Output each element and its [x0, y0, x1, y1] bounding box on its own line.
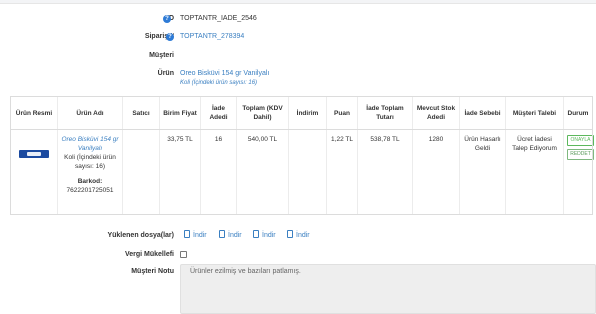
file-icon: [219, 230, 225, 238]
tax-label: Vergi Mükellefi: [124, 251, 174, 258]
order-row: Sipariş # TOPTANTR_278394: [0, 31, 596, 43]
uploads-row: Yüklenen dosya(lar) İndir İndir İndir İn…: [0, 230, 596, 242]
product-name-cell: Oreo Bisküvi 154 gr Vanilyalı Koli (İçin…: [57, 129, 123, 215]
customer-note-text: Ürünler ezilmiş ve bazıları patlamış.: [190, 268, 301, 275]
download-link[interactable]: İndir: [219, 230, 242, 242]
col-header: Ürün Resmi: [10, 96, 58, 130]
col-header: İade Adedi: [200, 96, 237, 130]
product-name-link[interactable]: Oreo Bisküvi 154 gr Vanilyalı: [61, 136, 118, 152]
product-package: Koli (İçindeki ürün sayısı: 16): [180, 80, 258, 86]
download-link[interactable]: İndir: [253, 230, 276, 242]
discount-cell: [288, 129, 327, 215]
table-header-row: Ürün Resmi Ürün Adı Satıcı Birim Fiyat İ…: [10, 96, 593, 130]
stock-cell: 1280: [412, 129, 460, 215]
product-thumbnail[interactable]: [19, 150, 49, 158]
id-value: TOPTANTR_IADE_2546: [180, 15, 257, 22]
download-link[interactable]: İndir: [287, 230, 310, 242]
col-header: Satıcı: [122, 96, 160, 130]
col-header: Durum: [563, 96, 593, 130]
product-image-cell: [10, 129, 58, 215]
return-items-table: Ürün Resmi Ürün Adı Satıcı Birim Fiyat İ…: [10, 96, 594, 215]
col-header: Toplam (KDV Dahil): [236, 96, 289, 130]
return-total-cell: 538,78 TL: [357, 129, 413, 215]
table-row: Oreo Bisküvi 154 gr Vanilyalı Koli (İçin…: [10, 129, 594, 215]
points-cell: 1,22 TL: [326, 129, 358, 215]
col-header: Ürün Adı: [57, 96, 123, 130]
customer-request-cell: Ücret İadesi Talep Ediyorum: [505, 129, 564, 215]
product-row: Ürün Oreo Bisküvi 154 gr Vanilyalı: [0, 68, 596, 80]
customer-label: Müşteri: [149, 52, 174, 59]
product-link[interactable]: Oreo Bisküvi 154 gr Vanilyalı: [180, 68, 269, 80]
order-link[interactable]: TOPTANTR_278394: [180, 31, 244, 43]
status-cell: ONAYLA REDDET: [563, 129, 594, 215]
help-icon-id[interactable]: ?: [163, 15, 171, 23]
id-row: ID TOPTANTR_IADE_2546: [0, 13, 596, 25]
col-header: Müşteri Talebi: [505, 96, 564, 130]
tax-payer-checkbox[interactable]: [180, 251, 187, 258]
total-cell: 540,00 TL: [236, 129, 289, 215]
col-header: İade Sebebi: [459, 96, 506, 130]
top-divider: [0, 0, 596, 4]
file-icon: [253, 230, 259, 238]
barcode-value: 7622201725051: [66, 187, 114, 194]
file-icon: [184, 230, 190, 238]
tax-row: Vergi Mükellefi: [0, 249, 596, 261]
uploads-label: Yüklenen dosya(lar): [107, 232, 174, 239]
help-icon-order[interactable]: ?: [166, 33, 174, 41]
col-header: İndirim: [288, 96, 327, 130]
return-qty-cell: 16: [200, 129, 237, 215]
product-label: Ürün: [157, 70, 174, 77]
download-link[interactable]: İndir: [184, 230, 207, 242]
barcode-label: Barkod:: [77, 178, 103, 185]
col-header: İade Toplam Tutarı: [357, 96, 413, 130]
note-label: Müşteri Notu: [131, 268, 174, 275]
product-package-text: Koli (İçindeki ürün sayısı: 16): [64, 154, 116, 170]
col-header: Mevcut Stok Adedi: [412, 96, 460, 130]
col-header: Puan: [326, 96, 358, 130]
reject-button[interactable]: REDDET: [567, 149, 594, 160]
unit-price-cell: 33,75 TL: [159, 129, 201, 215]
seller-cell: [122, 129, 160, 215]
approve-button[interactable]: ONAYLA: [567, 135, 594, 146]
col-header: Birim Fiyat: [159, 96, 201, 130]
reason-cell: Ürün Hasarlı Geldi: [459, 129, 506, 215]
customer-row: Müşteri: [0, 50, 596, 62]
file-icon: [287, 230, 293, 238]
